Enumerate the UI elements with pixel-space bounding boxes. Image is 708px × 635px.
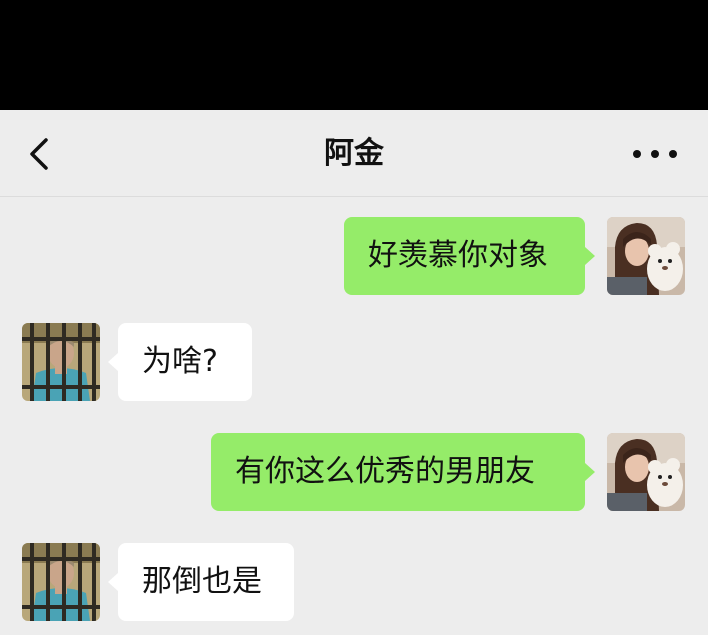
message-row: 那倒也是 (0, 543, 708, 621)
bubble-tail (585, 463, 595, 481)
bubble-tail (108, 573, 118, 591)
more-dots-icon (633, 150, 677, 158)
bubble-tail (585, 247, 595, 265)
avatar[interactable] (22, 323, 100, 401)
chat-header: 阿金 (0, 110, 708, 197)
bubble-tail (108, 353, 118, 371)
status-bar (0, 0, 708, 110)
avatar[interactable] (22, 543, 100, 621)
more-button[interactable] (628, 140, 682, 168)
message-row: 好羡慕你对象 (0, 217, 708, 295)
girl-with-teddy-bear-icon (607, 217, 685, 295)
message-row: 有你这么优秀的男朋友 (0, 433, 708, 511)
chat-title: 阿金 (324, 136, 384, 171)
message-bubble[interactable]: 有你这么优秀的男朋友 (211, 433, 585, 511)
message-row: 为啥? (0, 323, 708, 401)
girl-with-teddy-bear-icon (607, 433, 685, 511)
man-behind-bars-icon (22, 543, 100, 621)
avatar[interactable] (607, 217, 685, 295)
man-behind-bars-icon (22, 323, 100, 401)
message-list: 好羡慕你对象 为啥? 有你这么优秀的男朋友 那倒也是 (0, 197, 708, 635)
avatar[interactable] (607, 433, 685, 511)
message-bubble[interactable]: 好羡慕你对象 (344, 217, 585, 295)
message-bubble[interactable]: 为啥? (118, 323, 252, 401)
message-bubble[interactable]: 那倒也是 (118, 543, 294, 621)
